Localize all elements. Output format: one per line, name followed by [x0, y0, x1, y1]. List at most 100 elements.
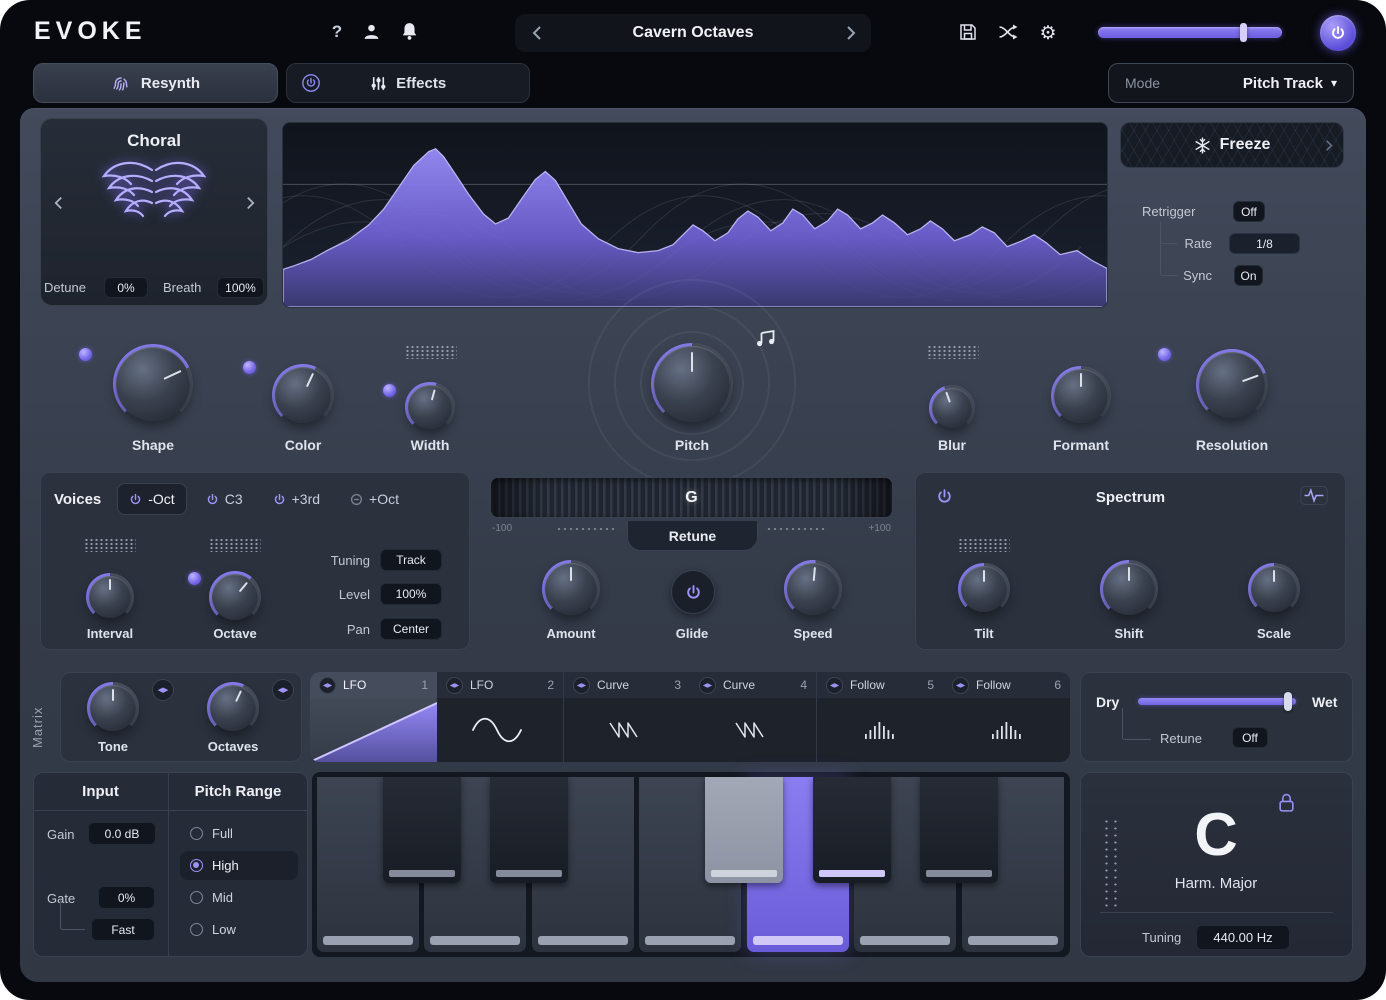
help-button[interactable]: ? [326, 20, 348, 44]
pan-value[interactable]: Center [380, 618, 442, 640]
amount-label: Amount [511, 626, 631, 641]
black-key[interactable] [490, 777, 568, 883]
account-button[interactable] [362, 22, 381, 41]
shift-knob[interactable] [1100, 560, 1158, 618]
retune-scale-max: +100 [845, 523, 891, 534]
key-edge [968, 936, 1058, 945]
tab-resynth[interactable]: Resynth [33, 63, 278, 103]
gate-value[interactable]: 0% [98, 886, 155, 909]
key-edge [926, 870, 992, 877]
voice-tab-3rd[interactable]: +3rd [262, 484, 331, 514]
pitch-knob[interactable] [651, 343, 733, 425]
settings-button[interactable]: ⚙ [1037, 20, 1059, 46]
mod-indicator-icon[interactable] [79, 348, 92, 361]
radio-low[interactable] [190, 923, 203, 936]
choral-next-button[interactable] [240, 186, 260, 220]
freeze-button[interactable]: Freeze [1120, 122, 1344, 168]
width-label: Width [370, 437, 490, 453]
octave-knob[interactable] [209, 571, 261, 623]
speed-knob[interactable] [784, 560, 842, 618]
tuning-value[interactable]: Track [380, 549, 442, 571]
gain-value[interactable]: 0.0 dB [88, 822, 156, 845]
drywet-thumb[interactable] [1284, 692, 1292, 711]
mod-indicator-icon[interactable] [383, 384, 396, 397]
matrix-slot-lfo1[interactable]: ◀▶ LFO 1 [310, 672, 437, 762]
voice-tab-c3[interactable]: C3 [195, 484, 254, 514]
option-full-label[interactable]: Full [212, 826, 233, 841]
radio-high[interactable] [190, 859, 203, 872]
formant-knob[interactable] [1051, 366, 1111, 426]
glide-button[interactable] [671, 570, 715, 614]
retrigger-value[interactable]: Off [1233, 201, 1265, 222]
preset-name[interactable]: Cavern Octaves [560, 24, 826, 42]
drywet-slider[interactable] [1138, 698, 1296, 705]
key-scale-name[interactable]: Harm. Major [1120, 875, 1312, 892]
slot-number: 6 [1054, 678, 1061, 692]
music-note-icon [755, 329, 777, 355]
plugin-window: EVOKE ? Cavern Octaves ⚙ Resynt [0, 0, 1386, 1000]
master-tuning-value[interactable]: 440.00 Hz [1196, 925, 1290, 950]
black-key-highlighted[interactable] [705, 777, 783, 883]
tab-effects[interactable]: Effects [286, 63, 530, 103]
blur-knob[interactable] [929, 385, 975, 431]
chevron-down-icon: ▾ [1331, 76, 1337, 90]
power-button[interactable] [1320, 15, 1356, 51]
slot-name: Follow [976, 678, 1011, 692]
option-mid-label[interactable]: Mid [212, 890, 233, 905]
matrix-slot-curve4[interactable]: ◀▶ Curve 4 [690, 672, 816, 762]
slider-thumb[interactable] [1240, 23, 1247, 42]
black-key[interactable] [920, 777, 998, 883]
sync-value[interactable]: On [1234, 265, 1263, 286]
matrix-retune-value[interactable]: Off [1232, 727, 1268, 748]
randomize-button[interactable] [997, 23, 1020, 41]
stereo-mod-icon[interactable]: ◀▶ [152, 679, 174, 701]
voice-tab-oct-up[interactable]: +Oct [339, 484, 410, 514]
notifications-button[interactable] [400, 21, 419, 41]
preset-next-button[interactable] [840, 20, 862, 46]
black-key[interactable] [383, 777, 461, 883]
resolution-knob[interactable] [1196, 349, 1268, 421]
retune-tab[interactable]: Retune [627, 521, 758, 551]
matrix-slot-follow5[interactable]: ◀▶ Follow 5 [817, 672, 943, 762]
voice-tab-oct-down[interactable]: -Oct [117, 483, 186, 515]
matrix-slot-follow6[interactable]: ◀▶ Follow 6 [943, 672, 1070, 762]
shape-knob[interactable] [113, 344, 193, 424]
amount-knob[interactable] [542, 560, 600, 618]
radio-full[interactable] [190, 827, 203, 840]
spectrum-wave-button[interactable] [1300, 486, 1328, 505]
choral-prev-button[interactable] [48, 186, 68, 220]
pitch-range-title: Pitch Range [168, 783, 308, 800]
preset-prev-button[interactable] [526, 20, 548, 46]
color-knob[interactable] [272, 364, 334, 426]
option-low-label[interactable]: Low [212, 922, 236, 937]
mod-indicator-icon[interactable] [188, 572, 201, 585]
tone-knob[interactable] [87, 682, 139, 734]
key-edge [819, 870, 885, 877]
breath-value[interactable]: 100% [217, 277, 264, 298]
rate-value[interactable]: 1/8 [1229, 233, 1300, 254]
octave-label: Octave [175, 626, 295, 641]
radio-mid[interactable] [190, 891, 203, 904]
shape-label: Shape [93, 437, 213, 453]
save-button[interactable] [958, 22, 978, 42]
output-slider[interactable] [1098, 27, 1282, 38]
tilt-knob[interactable] [958, 563, 1010, 615]
level-value[interactable]: 100% [380, 583, 442, 605]
mode-select[interactable]: Mode Pitch Track ▾ [1108, 63, 1354, 103]
scale-knob[interactable] [1248, 563, 1300, 615]
stereo-mod-icon[interactable]: ◀▶ [272, 679, 294, 701]
wings-icon [94, 156, 214, 230]
black-key[interactable] [813, 777, 891, 883]
interval-knob[interactable] [86, 573, 134, 621]
octaves-knob[interactable] [207, 682, 259, 734]
matrix-slot-curve3[interactable]: ◀▶ Curve 3 [564, 672, 690, 762]
retune-slider[interactable]: G [490, 477, 893, 518]
slot-waveform [943, 698, 1070, 762]
width-knob[interactable] [405, 382, 455, 432]
gate-speed-value[interactable]: Fast [91, 918, 155, 941]
option-high-label[interactable]: High [212, 858, 239, 873]
matrix-slot-lfo2[interactable]: ◀▶ LFO 2 [437, 672, 563, 762]
mod-indicator-icon[interactable] [1158, 348, 1171, 361]
detune-value[interactable]: 0% [104, 277, 148, 298]
mod-indicator-icon[interactable] [243, 361, 256, 374]
